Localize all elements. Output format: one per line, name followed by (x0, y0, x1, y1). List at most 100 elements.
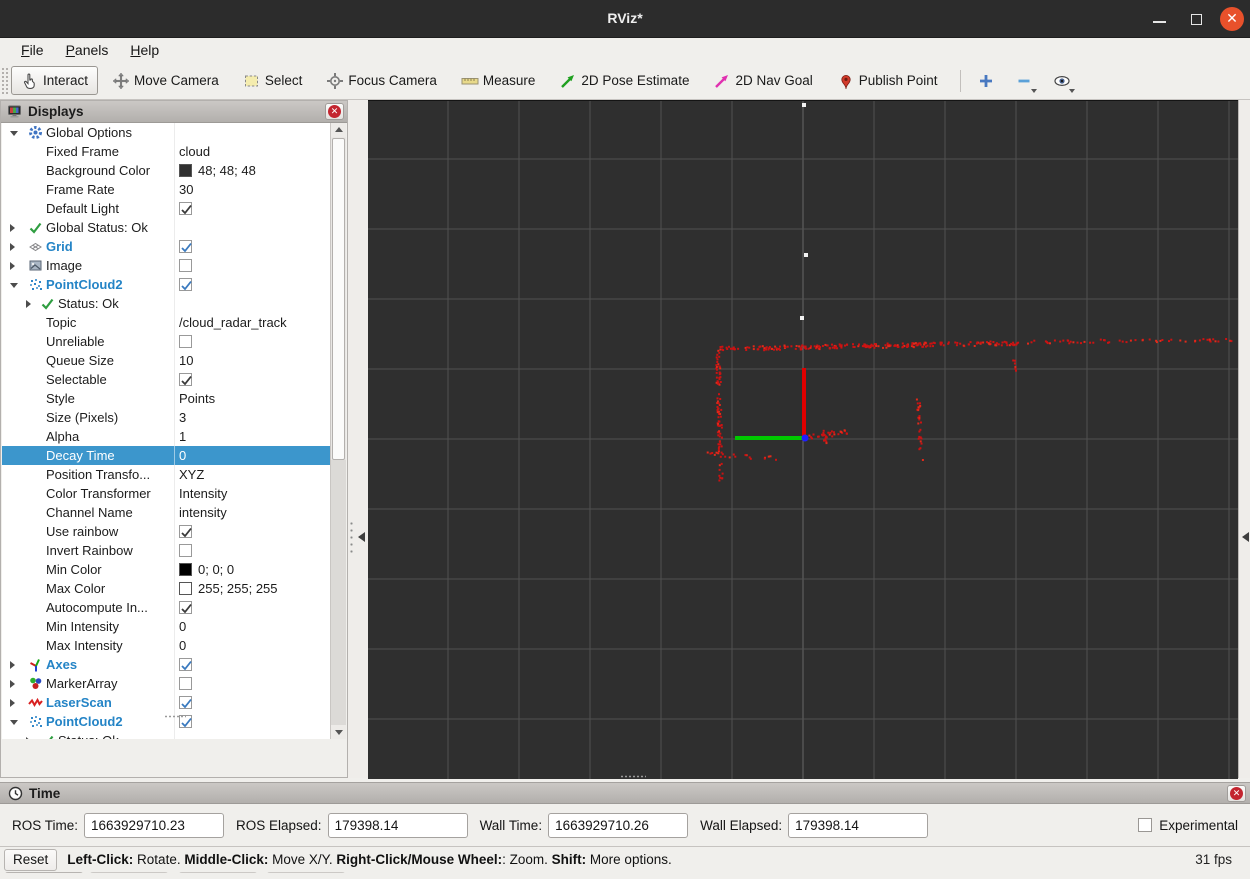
tool-move-camera[interactable]: Move Camera (102, 66, 229, 95)
tree-row-grid[interactable]: Grid (2, 237, 332, 256)
tree-row-max-color[interactable]: Max Color255; 255; 255 (2, 579, 332, 598)
tree-row-image[interactable]: Image (2, 256, 332, 275)
dropdown-arrow-icon[interactable] (1031, 89, 1037, 93)
wall-elapsed-input[interactable] (788, 813, 928, 838)
checkbox-checked[interactable] (179, 696, 192, 709)
tool-2d-pose-estimate[interactable]: 2D Pose Estimate (549, 66, 699, 95)
tree-row-use-rainbow[interactable]: Use rainbow (2, 522, 332, 541)
tree-row-unreliable[interactable]: Unreliable (2, 332, 332, 351)
menu-panels[interactable]: Panels (55, 40, 120, 61)
expander-right-icon[interactable] (10, 243, 15, 251)
checkbox-unchecked[interactable] (179, 544, 192, 557)
3d-viewport[interactable] (368, 100, 1238, 778)
ros-elapsed-input[interactable] (328, 813, 468, 838)
row-value[interactable]: 3 (179, 410, 186, 425)
tree-row-alpha[interactable]: Alpha1 (2, 427, 332, 446)
tool-focus-camera[interactable]: Focus Camera (316, 66, 447, 95)
reset-button[interactable]: Reset (4, 849, 57, 871)
tool-measure[interactable]: Measure (451, 66, 546, 95)
tree-row-decay-time[interactable]: Decay Time0 (2, 446, 332, 465)
tree-row-style[interactable]: StylePoints (2, 389, 332, 408)
tree-row-autocompute-in[interactable]: Autocompute In... (2, 598, 332, 617)
row-value[interactable]: XYZ (179, 467, 204, 482)
checkbox-checked[interactable] (179, 373, 192, 386)
expander-right-icon[interactable] (26, 300, 31, 308)
color-swatch[interactable] (179, 582, 192, 595)
tool-minus-button[interactable] (1007, 66, 1041, 95)
checkbox-checked[interactable] (179, 658, 192, 671)
color-swatch[interactable] (179, 563, 192, 576)
tool-plus-button[interactable] (969, 66, 1003, 95)
toolbar-drag-handle[interactable] (2, 68, 8, 94)
scroll-up-button[interactable] (331, 123, 346, 137)
tree-row-position-transfo[interactable]: Position Transfo...XYZ (2, 465, 332, 484)
tree-row-topic[interactable]: Topic/cloud_radar_track (2, 313, 332, 332)
expander-down-icon[interactable] (10, 131, 18, 136)
row-value[interactable]: 10 (179, 353, 193, 368)
expander-down-icon[interactable] (10, 720, 18, 725)
tree-row-fixed-frame[interactable]: Fixed Framecloud (2, 142, 332, 161)
experimental-checkbox[interactable] (1138, 818, 1152, 832)
time-close-button[interactable]: ✕ (1227, 785, 1246, 802)
scrollbar-thumb[interactable] (332, 138, 345, 460)
row-value[interactable]: /cloud_radar_track (179, 315, 287, 330)
checkbox-unchecked[interactable] (179, 677, 192, 690)
row-value[interactable]: Intensity (179, 486, 227, 501)
row-value[interactable]: Points (179, 391, 215, 406)
row-value[interactable]: 30 (179, 182, 193, 197)
tree-row-size-pixels[interactable]: Size (Pixels)3 (2, 408, 332, 427)
row-value[interactable]: 1 (179, 429, 186, 444)
ros-time-input[interactable] (84, 813, 224, 838)
tree-row-status-ok[interactable]: Status: Ok (2, 294, 332, 313)
tool-interact[interactable]: Interact (11, 66, 98, 95)
tree-row-selectable[interactable]: Selectable (2, 370, 332, 389)
tool-select[interactable]: Select (233, 66, 313, 95)
color-swatch[interactable] (179, 164, 192, 177)
scroll-down-button[interactable] (331, 725, 346, 739)
menu-help[interactable]: Help (119, 40, 170, 61)
tree-row-background-color[interactable]: Background Color48; 48; 48 (2, 161, 332, 180)
dropdown-arrow-icon[interactable] (1069, 89, 1075, 93)
tree-row-color-transformer[interactable]: Color TransformerIntensity (2, 484, 332, 503)
bottom-splitter-grip[interactable] (620, 775, 646, 778)
tree-row-channel-name[interactable]: Channel Nameintensity (2, 503, 332, 522)
menu-file[interactable]: File (10, 40, 55, 61)
tree-row-max-intensity[interactable]: Max Intensity0 (2, 636, 332, 655)
checkbox-checked[interactable] (179, 202, 192, 215)
scrollbar-track[interactable] (331, 460, 346, 725)
row-value[interactable]: 0 (179, 638, 186, 653)
tree-row-min-intensity[interactable]: Min Intensity0 (2, 617, 332, 636)
tool-eye-button[interactable] (1045, 66, 1079, 95)
minimize-button[interactable] (1148, 7, 1172, 31)
tree-row-queue-size[interactable]: Queue Size10 (2, 351, 332, 370)
row-value[interactable]: 0 (179, 448, 186, 463)
wall-time-input[interactable] (548, 813, 688, 838)
checkbox-checked[interactable] (179, 601, 192, 614)
tree-row-global-options[interactable]: Global Options (2, 123, 332, 142)
maximize-button[interactable] (1185, 7, 1209, 31)
panel-splitter[interactable] (348, 100, 368, 778)
tree-scrollbar[interactable] (330, 123, 346, 739)
tree-resize-grip[interactable] (164, 715, 186, 718)
right-splitter[interactable] (1238, 100, 1250, 778)
row-value[interactable]: 0 (179, 619, 186, 634)
row-value[interactable]: cloud (179, 144, 210, 159)
tree-row-axes[interactable]: Axes (2, 655, 332, 674)
expander-right-icon[interactable] (10, 680, 15, 688)
checkbox-checked[interactable] (179, 525, 192, 538)
expander-right-icon[interactable] (26, 737, 31, 739)
checkbox-unchecked[interactable] (179, 335, 192, 348)
tool-2d-nav-goal[interactable]: 2D Nav Goal (703, 66, 822, 95)
tree-row-min-color[interactable]: Min Color0; 0; 0 (2, 560, 332, 579)
close-button[interactable]: ✕ (1220, 7, 1244, 31)
tree-row-laserscan[interactable]: LaserScan (2, 693, 332, 712)
tree-row-frame-rate[interactable]: Frame Rate30 (2, 180, 332, 199)
tree-row-status-ok[interactable]: Status: Ok (2, 731, 332, 739)
row-value[interactable]: intensity (179, 505, 227, 520)
expander-right-icon[interactable] (10, 224, 15, 232)
tree-row-invert-rainbow[interactable]: Invert Rainbow (2, 541, 332, 560)
tool-publish-point[interactable]: Publish Point (827, 66, 948, 95)
checkbox-checked[interactable] (179, 240, 192, 253)
checkbox-checked[interactable] (179, 278, 192, 291)
checkbox-unchecked[interactable] (179, 259, 192, 272)
